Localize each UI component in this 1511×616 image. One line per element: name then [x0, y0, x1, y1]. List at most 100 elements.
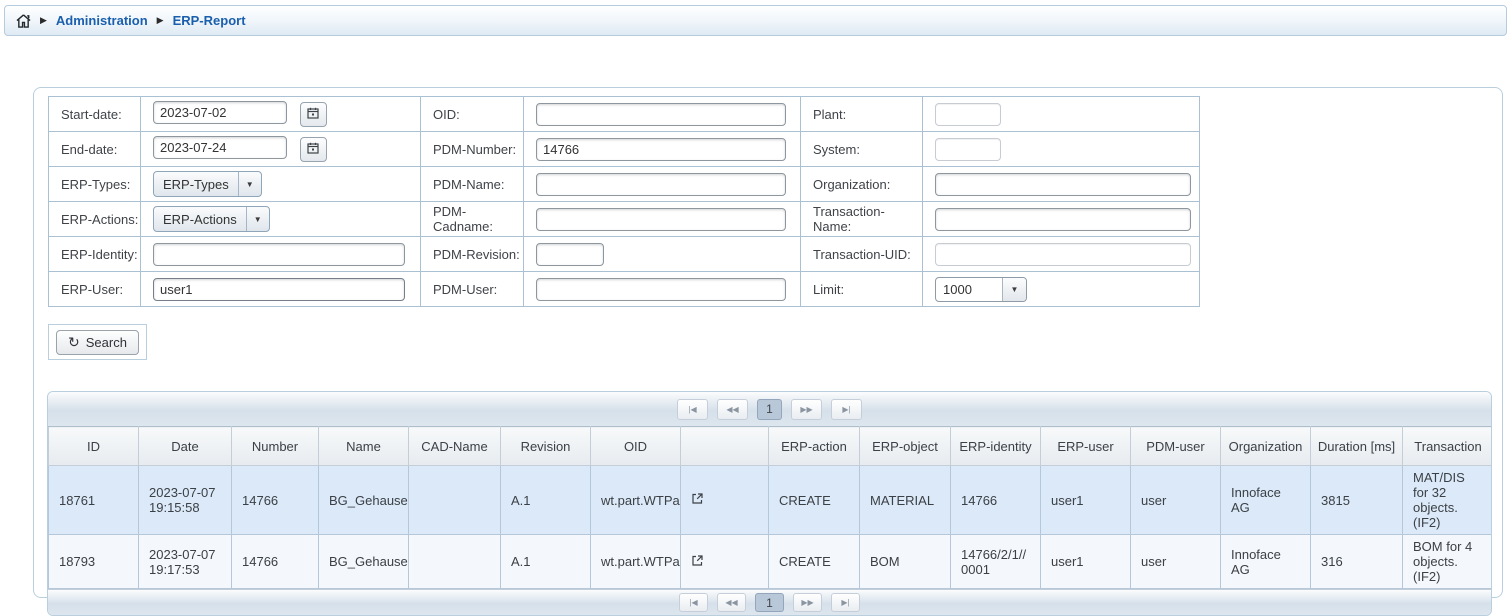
results-panel: |◀ ◀◀ 1 ▶▶ ▶| ID Date Number Name CAD-Na… — [47, 391, 1492, 616]
pdm-user-input[interactable] — [536, 278, 786, 301]
field-label-erp-user: ERP-User: — [49, 272, 141, 307]
cell-number: 14766 — [232, 535, 319, 589]
transaction-name-input[interactable] — [935, 208, 1191, 231]
table-header-row: ID Date Number Name CAD-Name Revision OI… — [49, 427, 1493, 466]
cell-date: 2023-07-07 19:17:53 — [139, 535, 232, 589]
cell-organization: Innoface AG — [1221, 466, 1311, 535]
pager-prev-button[interactable]: ◀◀ — [717, 399, 748, 420]
pager-page-1-button[interactable]: 1 — [755, 593, 784, 612]
pager-prev-button[interactable]: ◀◀ — [717, 593, 746, 612]
form-cell — [141, 132, 421, 167]
form-cell: ERP-Actions ▼ — [141, 202, 421, 237]
erp-user-input[interactable] — [153, 278, 405, 301]
search-button-box: ↻ Search — [48, 324, 147, 360]
erp-actions-dropdown-label: ERP-Actions — [154, 207, 246, 231]
table-row[interactable]: 18793 2023-07-07 19:17:53 14766 BG_Gehau… — [49, 535, 1493, 589]
pager-last-button[interactable]: ▶| — [831, 593, 860, 612]
field-label-end-date: End-date: — [49, 132, 141, 167]
field-label-start-date: Start-date: — [49, 97, 141, 132]
field-label-erp-identity: ERP-Identity: — [49, 237, 141, 272]
table-row[interactable]: 18761 2023-07-07 19:15:58 14766 BG_Gehau… — [49, 466, 1493, 535]
col-header-revision: Revision — [501, 427, 591, 466]
end-date-input[interactable] — [153, 136, 287, 159]
form-cell — [524, 237, 801, 272]
cell-id: 18793 — [49, 535, 139, 589]
refresh-icon: ↻ — [68, 335, 80, 349]
cell-transaction: BOM for 4 objects. (IF2) — [1403, 535, 1493, 589]
cell-erp-object: MATERIAL — [860, 466, 951, 535]
pager-last-button[interactable]: ▶| — [831, 399, 862, 420]
col-header-id: ID — [49, 427, 139, 466]
pager-next-button[interactable]: ▶▶ — [791, 399, 822, 420]
cell-oid: wt.part.WTPart: — [591, 466, 681, 535]
calendar-icon — [307, 142, 319, 157]
cell-cad-name — [409, 466, 501, 535]
field-label-pdm-user: PDM-User: — [421, 272, 524, 307]
form-cell — [923, 202, 1200, 237]
cell-open-object — [681, 466, 769, 535]
form-cell — [524, 97, 801, 132]
pager-top: |◀ ◀◀ 1 ▶▶ ▶| — [48, 392, 1491, 426]
cell-open-object — [681, 535, 769, 589]
pager-bottom: |◀ ◀◀ 1 ▶▶ ▶| — [48, 589, 1491, 615]
breadcrumb: ▶ Administration ▶ ERP-Report — [4, 5, 1507, 36]
cell-duration: 316 — [1311, 535, 1403, 589]
pdm-revision-input[interactable] — [536, 243, 604, 266]
cell-duration: 3815 — [1311, 466, 1403, 535]
col-header-erp-identity: ERP-identity — [951, 427, 1041, 466]
field-label-organization: Organization: — [801, 167, 923, 202]
cell-revision: A.1 — [501, 535, 591, 589]
organization-input[interactable] — [935, 173, 1191, 196]
col-header-erp-user: ERP-user — [1041, 427, 1131, 466]
erp-actions-dropdown[interactable]: ERP-Actions ▼ — [153, 206, 270, 232]
pdm-name-input[interactable] — [536, 173, 786, 196]
cell-erp-object: BOM — [860, 535, 951, 589]
external-link-icon[interactable] — [691, 554, 704, 567]
cell-erp-user: user1 — [1041, 535, 1131, 589]
external-link-icon[interactable] — [691, 492, 704, 505]
cell-cad-name — [409, 535, 501, 589]
chevron-down-icon: ▼ — [1002, 278, 1026, 301]
oid-input[interactable] — [536, 103, 786, 126]
calendar-icon — [307, 107, 319, 122]
cell-organization: Innoface AG — [1221, 535, 1311, 589]
breadcrumb-link-erp-report[interactable]: ERP-Report — [173, 13, 246, 28]
plant-input[interactable] — [935, 103, 1001, 126]
limit-select[interactable]: 1000 ▼ — [935, 277, 1027, 302]
limit-select-value: 1000 — [936, 278, 1002, 301]
form-cell — [524, 167, 801, 202]
pdm-number-input[interactable] — [536, 138, 786, 161]
cell-name: BG_Gehause — [319, 535, 409, 589]
results-table: ID Date Number Name CAD-Name Revision OI… — [48, 426, 1492, 589]
system-input[interactable] — [935, 138, 1001, 161]
erp-types-dropdown[interactable]: ERP-Types ▼ — [153, 171, 262, 197]
cell-oid: wt.part.WTPart: — [591, 535, 681, 589]
field-label-oid: OID: — [421, 97, 524, 132]
form-cell — [524, 132, 801, 167]
cell-erp-action: CREATE — [769, 466, 860, 535]
start-date-calendar-button[interactable] — [300, 102, 327, 127]
form-cell — [141, 237, 421, 272]
home-icon[interactable] — [16, 14, 31, 28]
col-header-erp-object: ERP-object — [860, 427, 951, 466]
pager-page-1-button[interactable]: 1 — [757, 399, 782, 420]
pager-first-button[interactable]: |◀ — [677, 399, 708, 420]
search-button-label: Search — [86, 335, 127, 350]
pager-first-button[interactable]: |◀ — [679, 593, 708, 612]
col-header-erp-action: ERP-action — [769, 427, 860, 466]
erp-identity-input[interactable] — [153, 243, 405, 266]
pdm-cadname-input[interactable] — [536, 208, 786, 231]
erp-types-dropdown-label: ERP-Types — [154, 172, 238, 196]
end-date-calendar-button[interactable] — [300, 137, 327, 162]
search-button[interactable]: ↻ Search — [56, 330, 139, 355]
cell-erp-action: CREATE — [769, 535, 860, 589]
field-label-transaction-uid: Transaction-UID: — [801, 237, 923, 272]
transaction-uid-input[interactable] — [935, 243, 1191, 266]
start-date-input[interactable] — [153, 101, 287, 124]
search-form: Start-date: OID: Plant: End-date: PDM-Nu… — [48, 96, 1200, 307]
col-header-name: Name — [319, 427, 409, 466]
form-cell: ERP-Types ▼ — [141, 167, 421, 202]
breadcrumb-link-administration[interactable]: Administration — [56, 13, 148, 28]
cell-pdm-user: user — [1131, 535, 1221, 589]
pager-next-button[interactable]: ▶▶ — [793, 593, 822, 612]
